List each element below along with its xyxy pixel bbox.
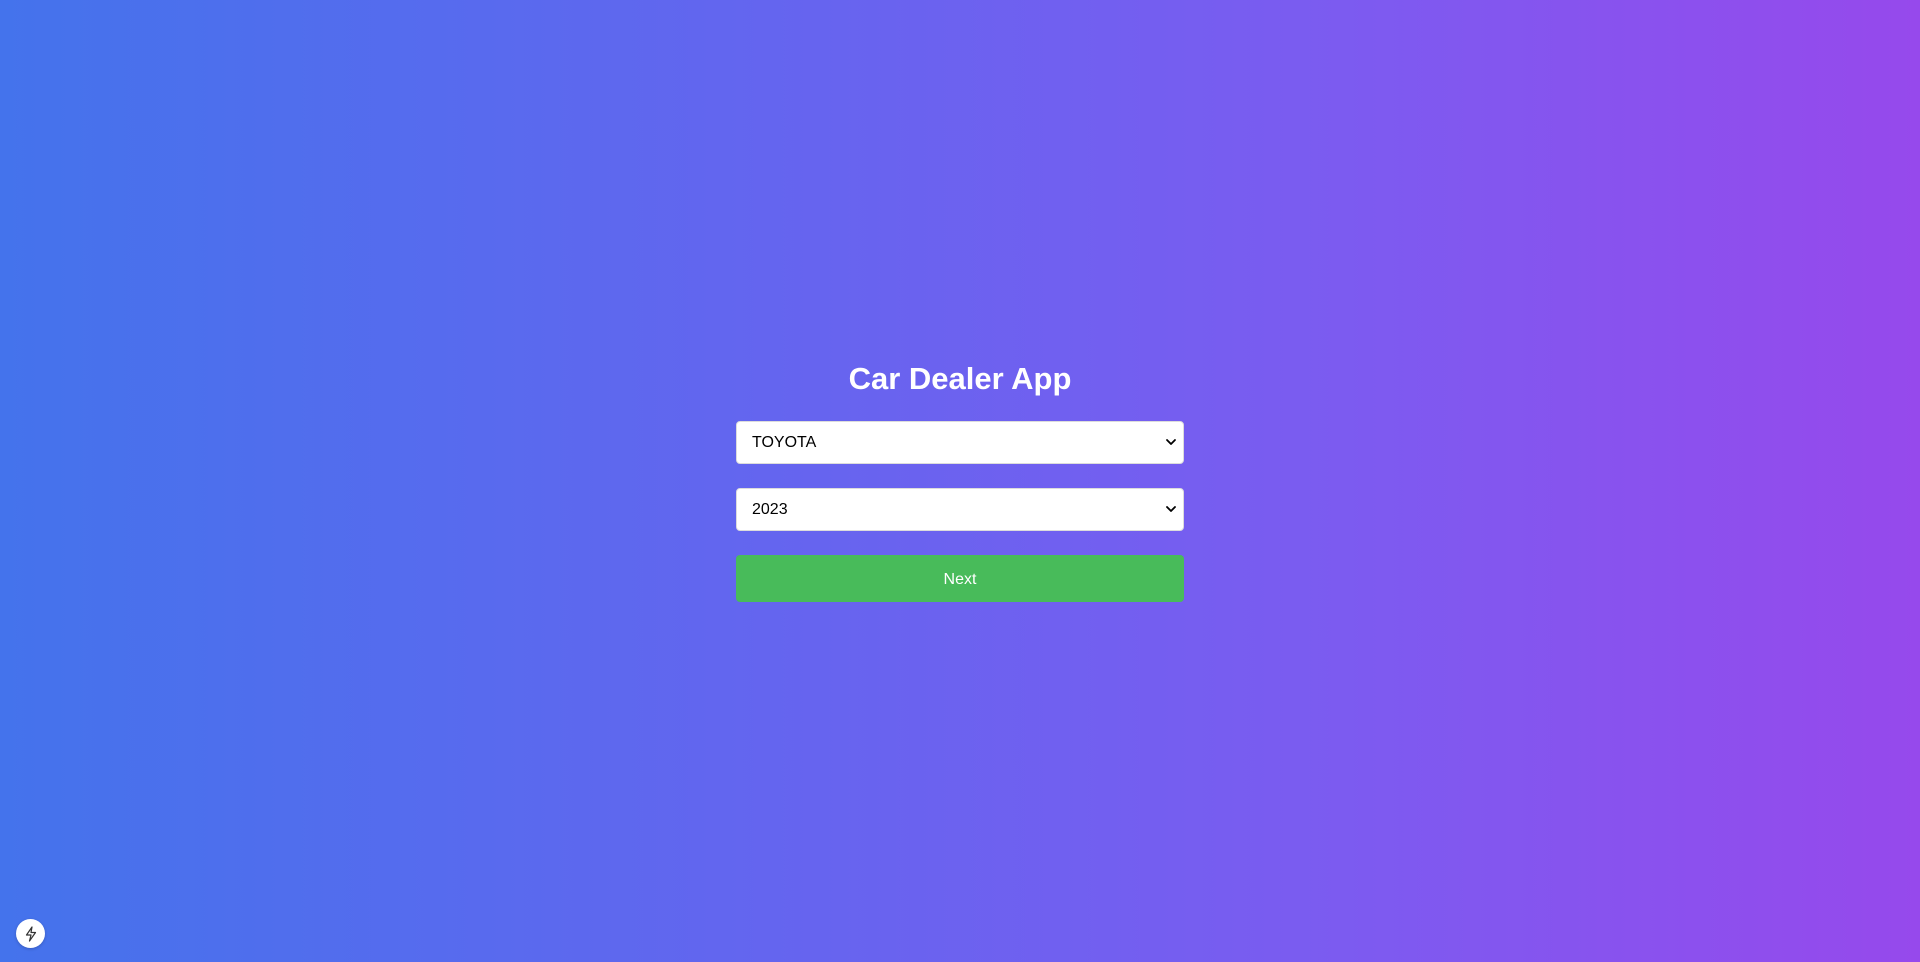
corner-badge-button[interactable]: [16, 919, 45, 948]
chevron-down-icon: [1166, 439, 1176, 445]
make-select-value: TOYOTA: [752, 434, 817, 451]
next-button[interactable]: Next: [736, 555, 1184, 602]
page-title: Car Dealer App: [848, 361, 1072, 396]
lightning-bolt-icon: [25, 925, 36, 942]
car-selection-form: Car Dealer App TOYOTA 2023 Next: [736, 355, 1184, 602]
make-select[interactable]: TOYOTA: [736, 421, 1184, 464]
year-select-value: 2023: [752, 501, 788, 518]
chevron-down-icon: [1166, 506, 1176, 512]
year-select[interactable]: 2023: [736, 488, 1184, 531]
